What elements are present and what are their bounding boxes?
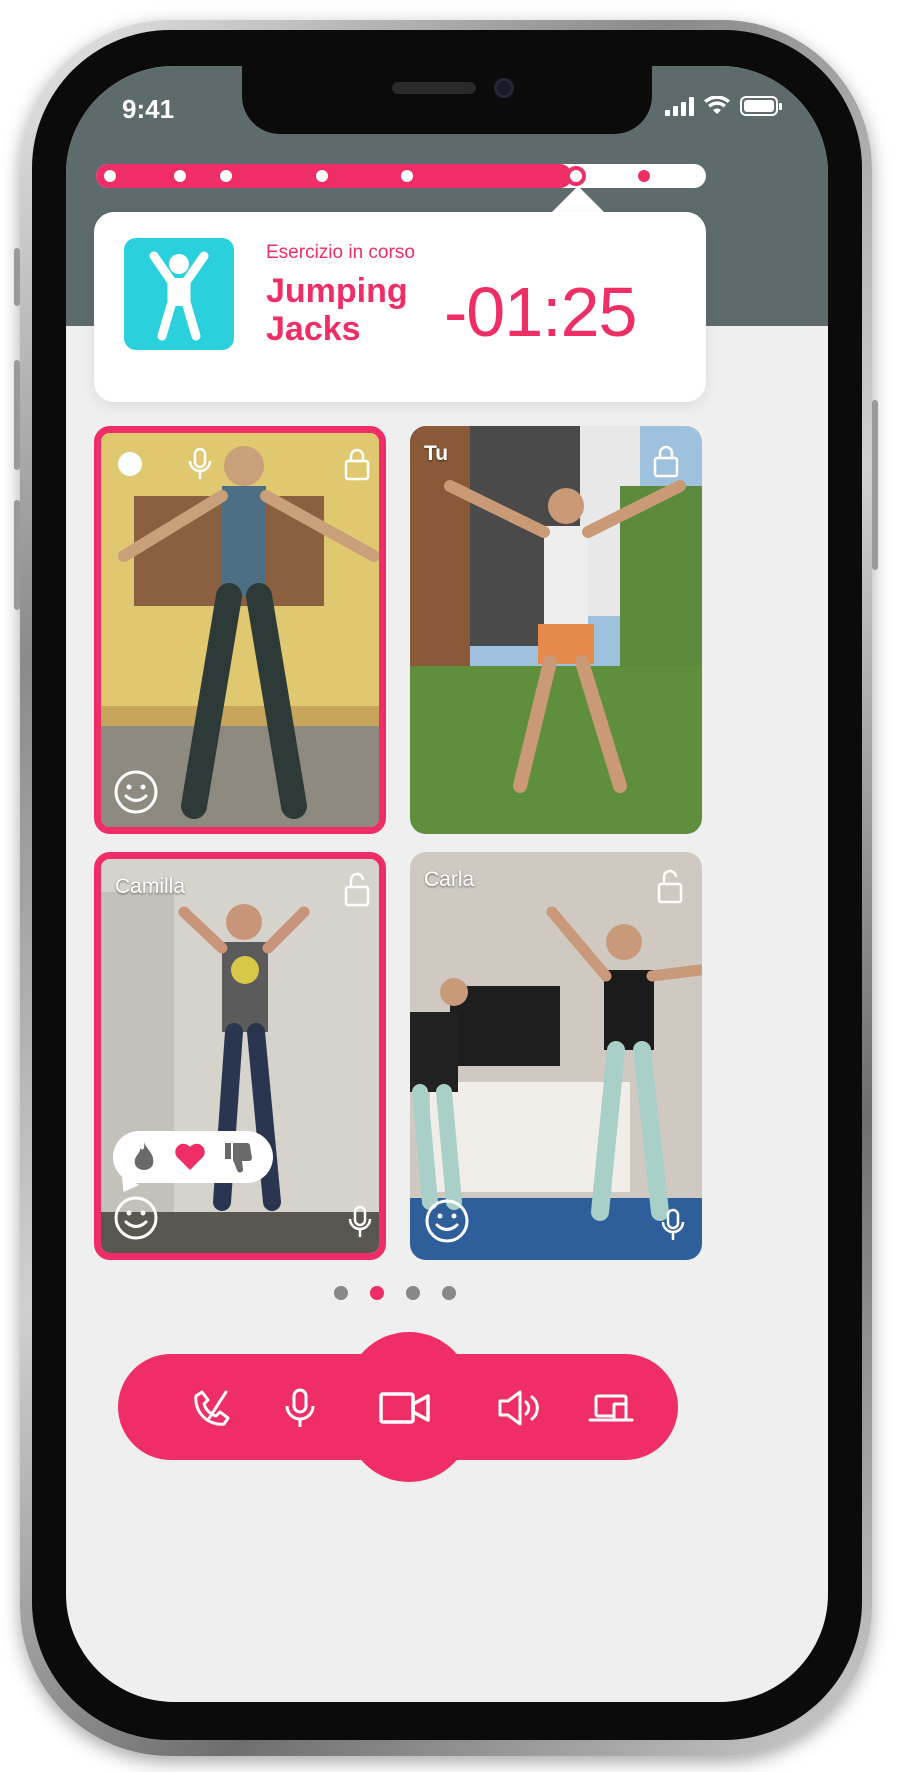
smile-icon[interactable] bbox=[113, 1195, 159, 1241]
unlock-icon[interactable] bbox=[343, 871, 371, 907]
unlock-icon[interactable] bbox=[656, 868, 684, 904]
wifi-icon bbox=[704, 96, 730, 114]
tile-name: Tu bbox=[424, 442, 449, 465]
mic-icon[interactable] bbox=[278, 1386, 322, 1430]
progress-marker[interactable] bbox=[174, 170, 186, 182]
video-tile[interactable] bbox=[94, 426, 386, 834]
fire-icon[interactable] bbox=[131, 1140, 157, 1174]
progress-marker[interactable] bbox=[638, 170, 650, 182]
status-time: 9:41 bbox=[122, 94, 175, 124]
mic-icon[interactable] bbox=[347, 1205, 373, 1239]
video-tile[interactable]: Tu bbox=[410, 426, 702, 834]
exercise-name-line1: Jumping bbox=[266, 272, 408, 310]
notch bbox=[242, 66, 652, 134]
video-tile[interactable]: Camilla bbox=[94, 852, 386, 1260]
tile-name: Camilla bbox=[115, 875, 186, 898]
pagination-dots bbox=[334, 1286, 456, 1300]
front-camera bbox=[494, 78, 514, 98]
workout-progress-bar[interactable] bbox=[96, 164, 706, 188]
page-dot-active[interactable] bbox=[370, 1286, 384, 1300]
lock-icon[interactable] bbox=[343, 447, 371, 481]
smile-icon[interactable] bbox=[113, 769, 159, 815]
camera-toggle-icon[interactable] bbox=[117, 451, 165, 477]
progress-marker[interactable] bbox=[401, 170, 413, 182]
reactions-popup bbox=[113, 1131, 273, 1183]
thumbs-down-icon[interactable] bbox=[223, 1141, 255, 1173]
heart-icon[interactable] bbox=[174, 1142, 206, 1172]
status-icons bbox=[665, 96, 782, 116]
video-tile[interactable]: Carla bbox=[410, 852, 702, 1260]
page-dot[interactable] bbox=[406, 1286, 420, 1300]
earpiece bbox=[392, 82, 476, 94]
silent-switch bbox=[14, 248, 20, 306]
volume-down-button bbox=[14, 500, 20, 610]
exercise-status-label: Esercizio in corso bbox=[266, 242, 415, 263]
screen-share-icon[interactable] bbox=[588, 1386, 634, 1430]
mic-icon[interactable] bbox=[187, 447, 213, 481]
video-camera-icon[interactable] bbox=[378, 1386, 432, 1430]
video-feed bbox=[410, 426, 702, 834]
page-dot[interactable] bbox=[442, 1286, 456, 1300]
volume-up-button bbox=[14, 360, 20, 470]
signal-icon bbox=[665, 96, 694, 116]
speaker-icon[interactable] bbox=[496, 1386, 546, 1430]
current-exercise-card: Esercizio in corso Jumping Jacks -01:25 bbox=[94, 212, 706, 402]
screen: 9:41 Esercizio in corso Jumping Jacks -0… bbox=[66, 66, 828, 1702]
end-call-icon[interactable] bbox=[188, 1386, 232, 1430]
mic-icon[interactable] bbox=[660, 1208, 686, 1242]
battery-icon bbox=[740, 96, 782, 116]
lock-icon[interactable] bbox=[652, 444, 680, 478]
page-dot[interactable] bbox=[334, 1286, 348, 1300]
progress-marker[interactable] bbox=[316, 170, 328, 182]
power-button bbox=[872, 400, 878, 570]
progress-marker[interactable] bbox=[220, 170, 232, 182]
exercise-timer: -01:25 bbox=[444, 273, 637, 351]
progress-fill bbox=[96, 164, 572, 188]
exercise-name: Jumping Jacks bbox=[266, 272, 408, 348]
progress-marker[interactable] bbox=[104, 170, 116, 182]
jumping-person-icon bbox=[124, 238, 234, 350]
exercise-name-line2: Jacks bbox=[266, 310, 361, 348]
smile-icon[interactable] bbox=[424, 1198, 470, 1244]
progress-marker-current[interactable] bbox=[566, 166, 586, 186]
tile-name: Carla bbox=[424, 868, 475, 891]
